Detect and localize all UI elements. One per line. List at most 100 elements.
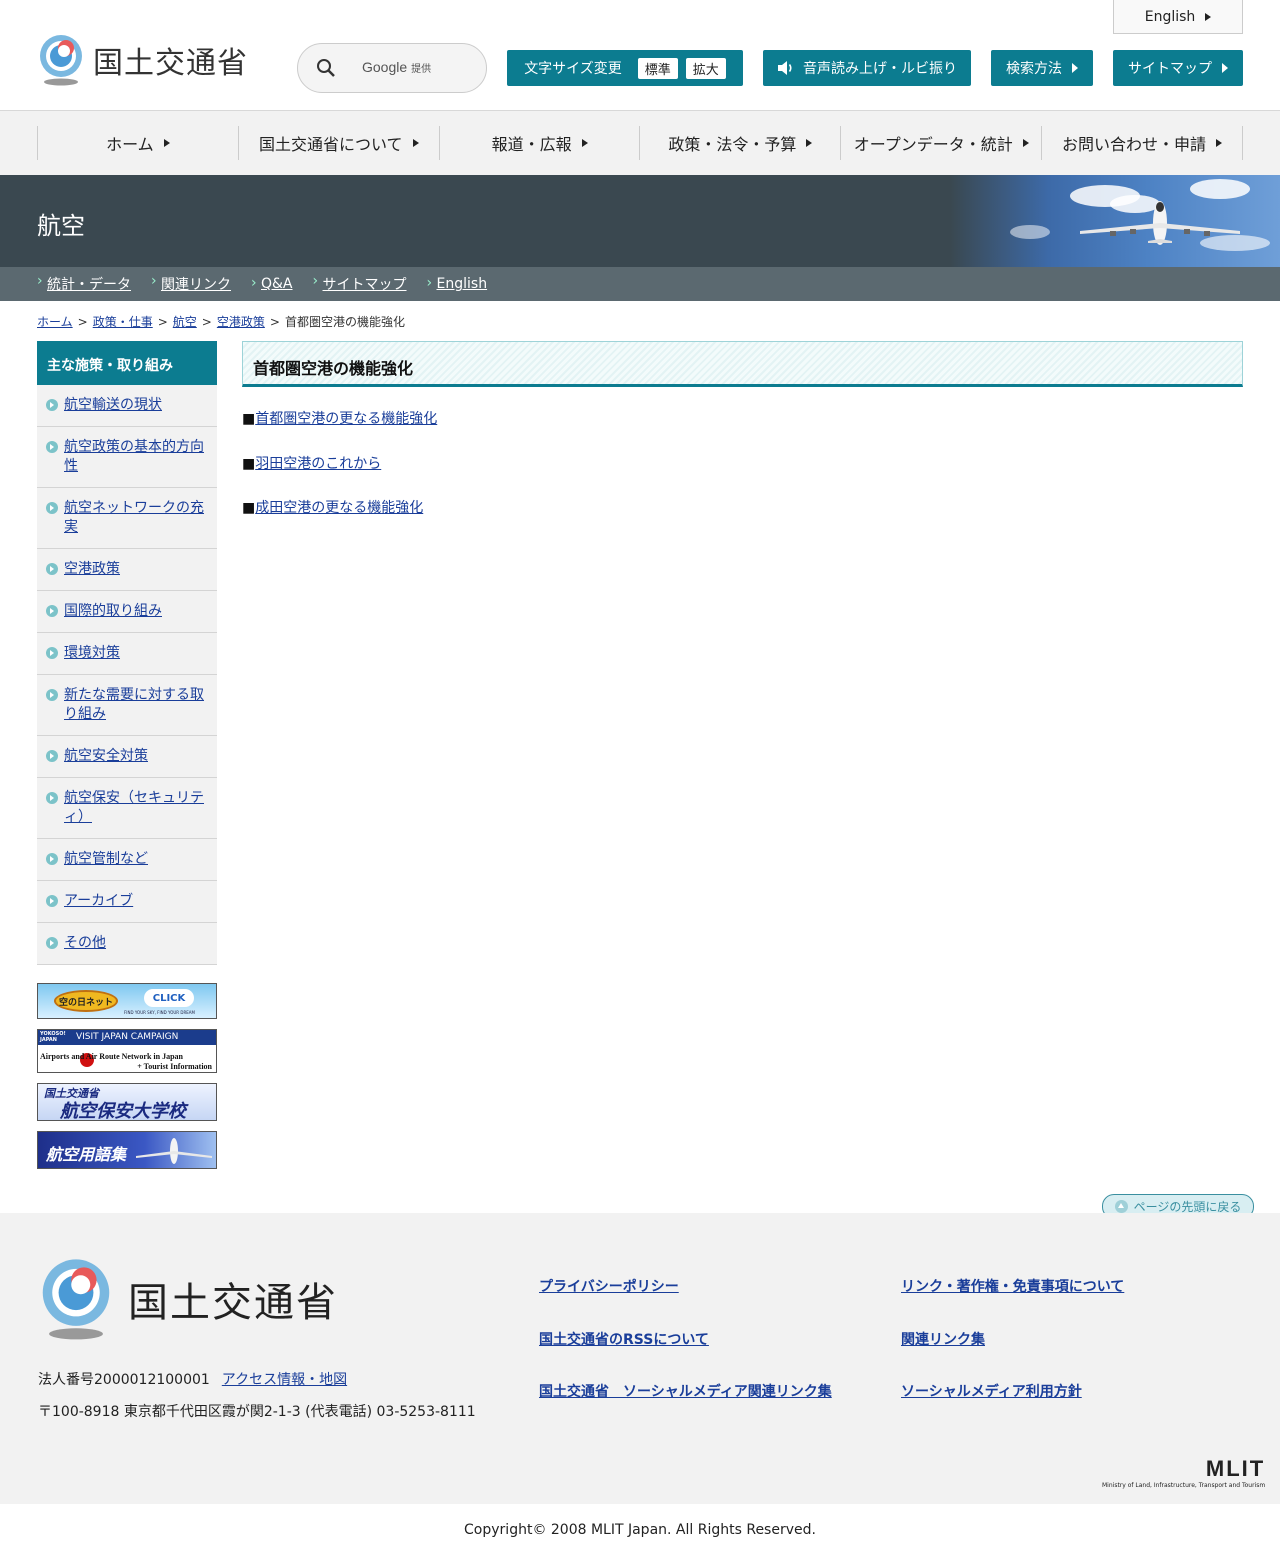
arrow-circle-icon — [46, 605, 58, 617]
gnav-item-policy[interactable]: 政策・法令・予算 — [639, 126, 840, 160]
visit-japan-label: VISIT JAPAN CAMPAIGN — [76, 1032, 179, 1042]
triangle-right-icon — [806, 139, 813, 147]
mlit-logo-text: MLIT — [1205, 1456, 1266, 1481]
visit-japan-banner[interactable]: YOKOSO! JAPAN VISIT JAPAN CAMPAIGN Airpo… — [37, 1029, 217, 1073]
sidebar-link[interactable]: 国際的取り組み — [64, 603, 162, 619]
triangle-right-icon — [1205, 12, 1212, 21]
sidebar-link[interactable]: 航空管制など — [64, 851, 148, 867]
gnav-item-home[interactable]: ホーム — [37, 126, 238, 160]
footer-logo[interactable]: 国土交通省 — [38, 1257, 338, 1341]
breadcrumb: ホーム > 政策・仕事 > 航空 > 空港政策 > 首都圏空港の機能強化 — [37, 315, 405, 329]
arrow-circle-icon — [46, 937, 58, 949]
banner-tagline: FIND YOUR SKY, FIND YOUR DREAM — [124, 1010, 195, 1015]
site-search[interactable]: Google 提供 — [297, 43, 487, 93]
aviation-glossary-banner[interactable]: 航空用語集 — [37, 1131, 217, 1169]
arrow-circle-icon — [46, 792, 58, 804]
subnav-qa[interactable]: Q&A — [251, 275, 293, 292]
section-banner: 航空 — [0, 175, 1280, 267]
bullet: ■ — [242, 411, 256, 427]
link-narita[interactable]: 成田空港の更なる機能強化 — [255, 500, 423, 516]
breadcrumb-airport-policy[interactable]: 空港政策 — [217, 315, 265, 329]
subnav-statistics[interactable]: 統計・データ — [37, 273, 131, 294]
breadcrumb-aviation[interactable]: 航空 — [173, 315, 197, 329]
airports-label: Airports and Air Route Network in Japan — [40, 1052, 183, 1061]
font-size-standard-button[interactable]: 標準 — [637, 57, 678, 79]
access-map-link[interactable]: アクセス情報・地図 — [222, 1372, 347, 1388]
arrow-circle-icon — [46, 563, 58, 575]
airplane-icon — [136, 1138, 212, 1164]
triangle-right-icon — [412, 139, 419, 147]
sidebar-link[interactable]: 航空安全対策 — [64, 748, 148, 764]
link-haneda[interactable]: 羽田空港のこれから — [255, 456, 381, 472]
search-icon[interactable] — [316, 58, 336, 78]
font-size-large-button[interactable]: 拡大 — [685, 57, 726, 79]
footer-link-copyright[interactable]: リンク・著作権・免責事項について — [901, 1276, 1124, 1296]
bullet: ■ — [242, 456, 256, 472]
arrow-circle-icon — [46, 750, 58, 762]
corporate-number: 法人番号2000012100001 アクセス情報・地図 — [38, 1369, 347, 1389]
sidebar-item: 航空輸送の現状 — [37, 385, 217, 427]
sidebar-item: 空港政策 — [37, 549, 217, 591]
sidebar: 主な施策・取り組み 航空輸送の現状 航空政策の基本的方向性 航空ネットワークの充… — [37, 341, 217, 965]
mlit-subtitle: Ministry of Land, Infrastructure, Transp… — [1102, 1482, 1266, 1489]
aviation-safety-college-banner[interactable]: 国土交通省 航空保安大学校 — [37, 1083, 217, 1121]
sky-image — [950, 175, 1280, 267]
main-link-item: ■首都圏空港の更なる機能強化 — [242, 408, 437, 428]
sidebar-link[interactable]: 環境対策 — [64, 645, 120, 661]
college-label: 航空保安大学校 — [60, 1101, 186, 1121]
subnav-english[interactable]: English — [427, 275, 488, 292]
sitemap-button[interactable]: サイトマップ — [1113, 50, 1243, 86]
sidebar-link[interactable]: 新たな需要に対する取り組み — [64, 687, 204, 722]
speaker-icon — [778, 61, 792, 75]
mlit-emblem-icon — [40, 35, 82, 86]
footer-link-privacy[interactable]: プライバシーポリシー — [539, 1276, 679, 1296]
triangle-right-icon — [1222, 63, 1228, 73]
sidebar-item: アーカイブ — [37, 881, 217, 923]
address: 〒100-8918 東京都千代田区霞が関2-1-3 (代表電話) 03-5253… — [38, 1404, 476, 1420]
search-method-button[interactable]: 検索方法 — [991, 50, 1093, 86]
footer-link-related[interactable]: 関連リンク集 — [901, 1329, 985, 1349]
site-header: 国土交通省 Google 提供 English 文字サイズ変更 標準 拡大 音声読… — [0, 0, 1280, 111]
breadcrumb-home[interactable]: ホーム — [37, 315, 73, 329]
link-capital-airports[interactable]: 首都圏空港の更なる機能強化 — [255, 411, 437, 427]
mlit-wordmark: MLIT Ministry of Land, Infrastructure, T… — [1102, 1456, 1265, 1489]
subnav-related-links[interactable]: 関連リンク — [151, 273, 231, 294]
site-footer: 国土交通省 法人番号2000012100001 アクセス情報・地図 〒100-89… — [0, 1213, 1280, 1504]
sidebar-link[interactable]: 航空輸送の現状 — [64, 397, 162, 413]
footer-link-social-policy[interactable]: ソーシャルメディア利用方針 — [901, 1381, 1082, 1401]
speech-ruby-button[interactable]: 音声読み上げ・ルビ振り — [763, 50, 971, 86]
sidebar-link[interactable]: 航空保安（セキュリティ） — [64, 790, 204, 825]
arrow-circle-icon — [46, 399, 58, 411]
gnav-item-about[interactable]: 国土交通省について — [237, 126, 439, 160]
bullet: ■ — [242, 500, 256, 516]
sidebar-item: 航空安全対策 — [37, 736, 217, 778]
blimp-label: 空の日ネット — [54, 990, 118, 1012]
sidebar-link[interactable]: 空港政策 — [64, 561, 120, 577]
sidebar-item: その他 — [37, 923, 217, 965]
sub-nav: 統計・データ 関連リンク Q&A サイトマップ English — [0, 267, 1280, 301]
footer-link-rss[interactable]: 国土交通省のRSSについて — [539, 1329, 709, 1349]
tourist-info-label: + Tourist Information — [137, 1062, 212, 1071]
page-section-title: 航空 — [37, 212, 85, 240]
sidebar-link[interactable]: その他 — [64, 935, 106, 951]
mlit-emblem-icon — [42, 1259, 110, 1340]
mlit-logo[interactable]: 国土交通省 — [37, 34, 248, 86]
sidebar-link[interactable]: 航空政策の基本的方向性 — [64, 439, 204, 474]
gnav-item-opendata[interactable]: オープンデータ・統計 — [840, 126, 1041, 160]
arrow-circle-icon — [46, 647, 58, 659]
gnav-item-press[interactable]: 報道・広報 — [438, 126, 640, 160]
breadcrumb-policy[interactable]: 政策・仕事 — [93, 315, 153, 329]
sidebar-heading: 主な施策・取り組み — [37, 341, 217, 385]
english-link[interactable]: English — [1113, 0, 1243, 34]
triangle-right-icon — [163, 139, 170, 147]
sidebar-link[interactable]: 航空ネットワークの充実 — [64, 500, 204, 535]
subnav-sitemap[interactable]: サイトマップ — [313, 273, 407, 294]
sora-no-hi-banner[interactable]: 空の日ネット CLICK FIND YOUR SKY, FIND YOUR DR… — [37, 983, 217, 1019]
triangle-right-icon — [1072, 63, 1078, 73]
sidebar-link[interactable]: アーカイブ — [64, 893, 133, 909]
arrow-up-icon — [1114, 1200, 1128, 1213]
gnav-item-contact[interactable]: お問い合わせ・申請 — [1041, 126, 1243, 160]
footer-link-social-links[interactable]: 国土交通省 ソーシャルメディア関連リンク集 — [539, 1381, 832, 1401]
triangle-right-icon — [1022, 139, 1029, 147]
arrow-circle-icon — [46, 689, 58, 701]
